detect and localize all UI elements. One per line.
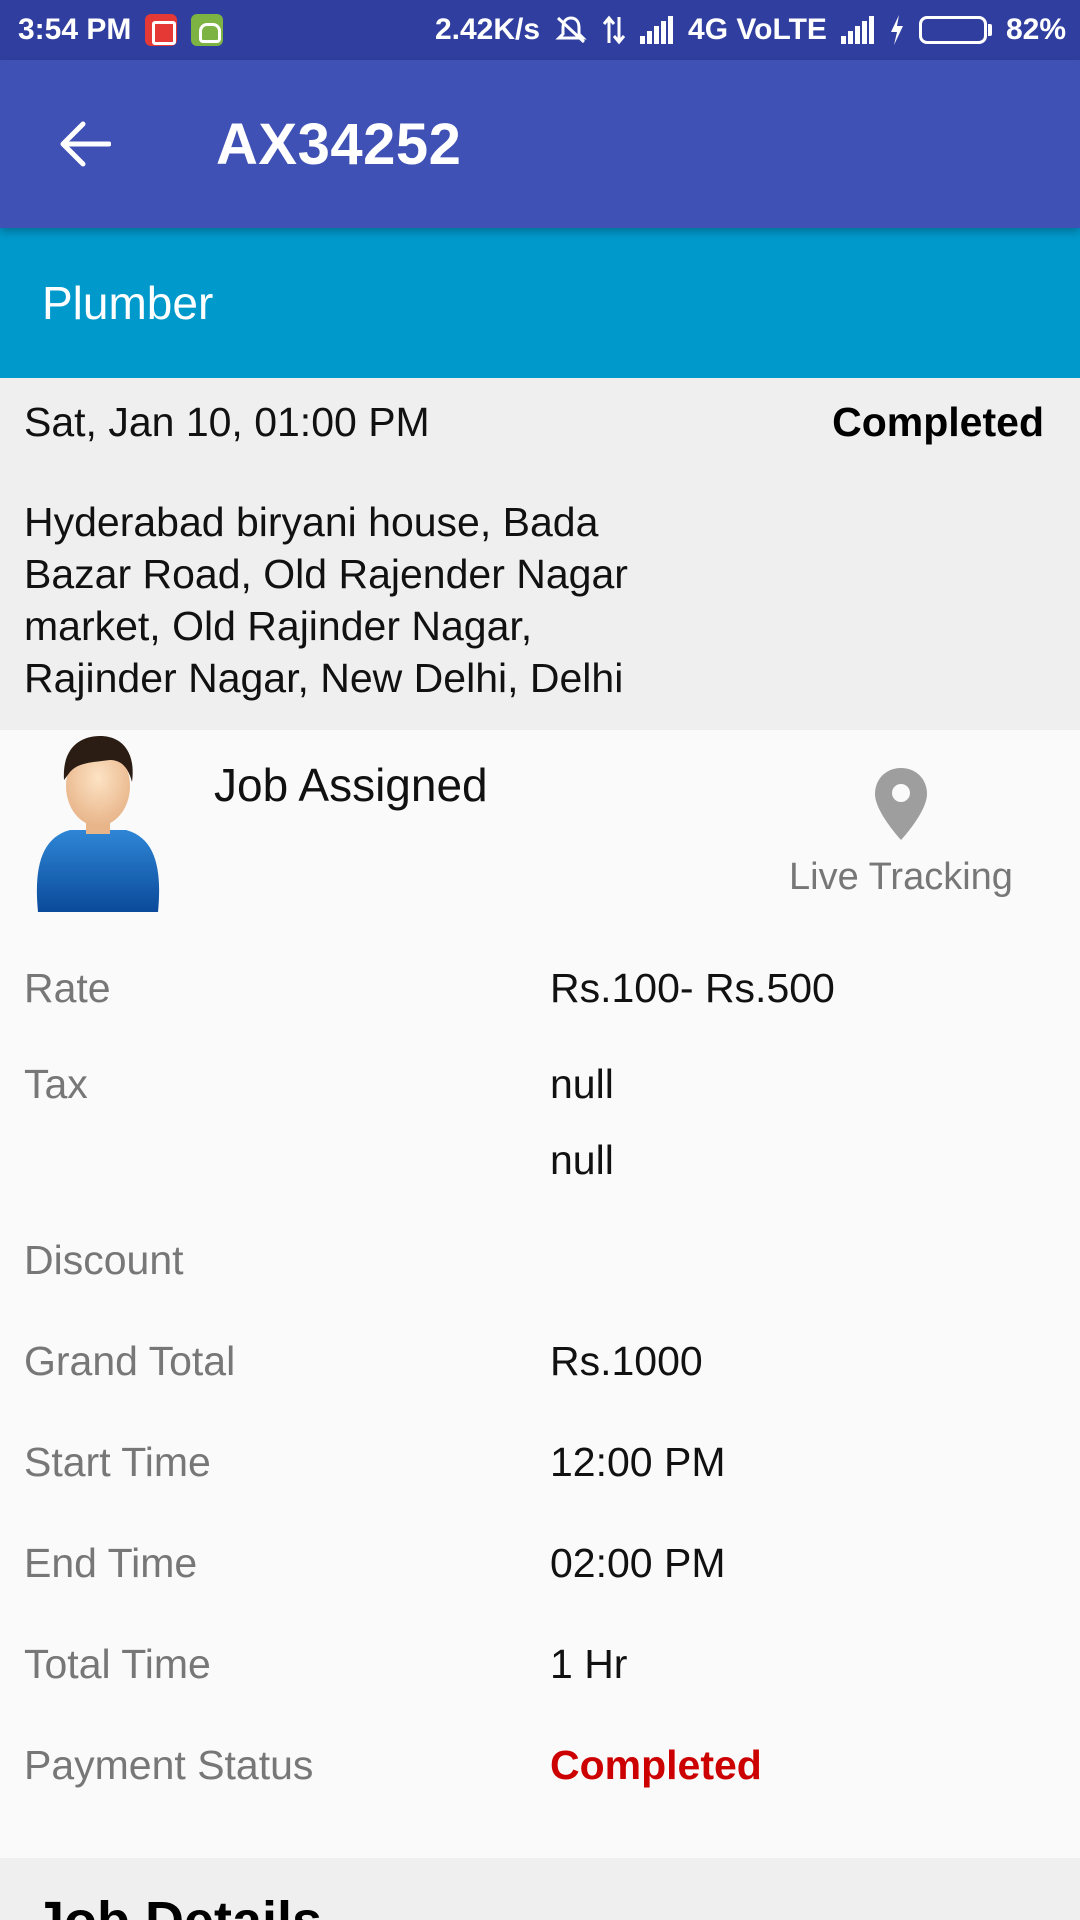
rate-value: Rs.100- Rs.500 xyxy=(550,965,835,1011)
end-time-label: End Time xyxy=(24,1540,198,1586)
discount-row: Discount xyxy=(0,1217,1080,1318)
network-type: 4G VoLTE xyxy=(688,13,827,46)
start-time-row: Start Time 12:00 PM xyxy=(0,1419,1080,1520)
network-speed: 2.42K/s xyxy=(434,13,541,46)
category-bar: Plumber xyxy=(0,228,1080,378)
user-avatar-icon xyxy=(30,730,166,912)
total-time-value: 1 Hr xyxy=(550,1641,628,1687)
signal-icon xyxy=(640,16,674,44)
calculator-app-icon xyxy=(145,14,178,46)
start-time-label: Start Time xyxy=(24,1439,211,1485)
back-button[interactable] xyxy=(40,99,130,189)
assignment-label: Job Assigned xyxy=(214,759,488,811)
payment-status-value: Completed xyxy=(550,1742,762,1788)
android-app-icon xyxy=(191,14,224,46)
battery-percent: 82% xyxy=(1005,13,1066,46)
battery-icon xyxy=(918,16,992,44)
assignment-row: Job Assigned Live Tracking xyxy=(0,730,1080,945)
live-tracking-button[interactable]: Live Tracking xyxy=(776,766,1026,899)
grand-total-row: Grand Total Rs.1000 xyxy=(0,1318,1080,1419)
job-date: Sat, Jan 10, 01:00 PM xyxy=(24,398,430,445)
job-details-section: Job Details xyxy=(0,1858,1080,1920)
live-tracking-label: Live Tracking xyxy=(789,856,1013,898)
app-bar: AX34252 xyxy=(0,60,1080,228)
discount-label: Discount xyxy=(24,1237,184,1283)
category-label: Plumber xyxy=(42,277,214,329)
mute-icon xyxy=(554,14,588,46)
total-time-row: Total Time 1 Hr xyxy=(0,1621,1080,1722)
location-pin-icon xyxy=(875,768,927,840)
page-title: AX34252 xyxy=(216,111,462,177)
signal-icon-2 xyxy=(840,16,875,44)
arrow-back-icon xyxy=(60,121,111,167)
grand-total-value: Rs.1000 xyxy=(550,1338,703,1384)
job-status: Completed xyxy=(832,398,1044,445)
section-title: Job Details xyxy=(34,1890,322,1920)
end-time-row: End Time 02:00 PM xyxy=(0,1520,1080,1621)
payment-status-label: Payment Status xyxy=(24,1742,314,1788)
end-time-value: 02:00 PM xyxy=(550,1540,726,1586)
job-address: Hyderabad biryani house, Bada Bazar Road… xyxy=(24,499,628,701)
job-header: Sat, Jan 10, 01:00 PM Completed Hyderaba… xyxy=(0,378,1080,730)
payment-status-row: Payment Status Completed xyxy=(0,1722,1080,1823)
charging-icon xyxy=(889,15,905,45)
rate-row: Rate Rs.100- Rs.500 xyxy=(0,945,1080,1041)
job-details-card: Job Assigned Live Tracking Rate Rs.100- … xyxy=(0,730,1080,1858)
status-bar: 3:54 PM 2.42K/s 4G VoLTE 82% xyxy=(0,0,1080,60)
tax-value: null xyxy=(550,1061,614,1107)
tax-row: Tax null xyxy=(0,1041,1080,1137)
grand-total-label: Grand Total xyxy=(24,1338,236,1384)
tax-value-2: null xyxy=(550,1137,614,1183)
start-time-value: 12:00 PM xyxy=(550,1439,726,1485)
tax-label: Tax xyxy=(24,1061,88,1107)
total-time-label: Total Time xyxy=(24,1641,211,1687)
status-time: 3:54 PM xyxy=(18,13,132,46)
rate-label: Rate xyxy=(24,965,111,1011)
data-arrows-icon xyxy=(602,15,626,45)
